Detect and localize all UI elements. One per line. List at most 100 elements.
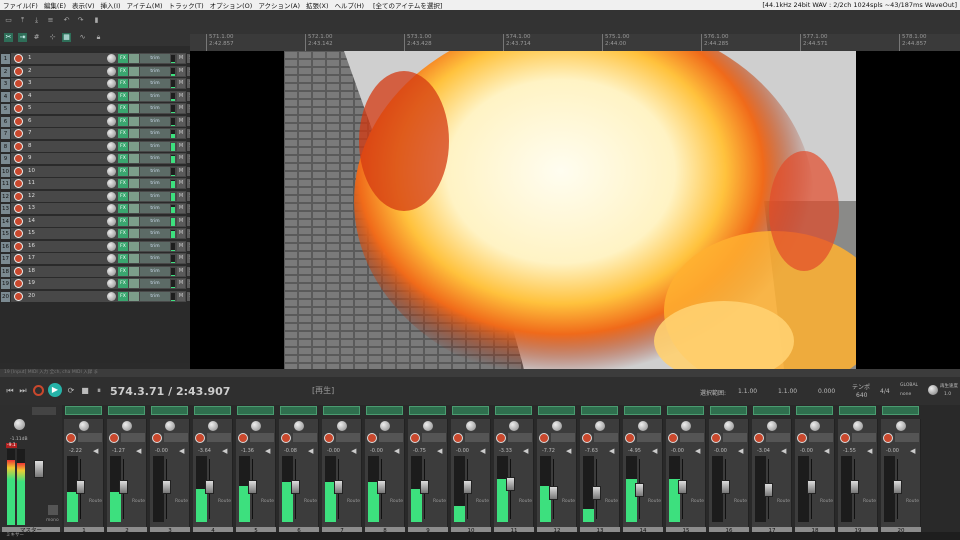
speaker-icon[interactable]: ◀ — [652, 447, 657, 455]
io-button[interactable] — [129, 116, 139, 126]
record-arm-button[interactable] — [14, 229, 23, 238]
volume-knob[interactable] — [107, 91, 116, 101]
strip-record-arm[interactable] — [453, 433, 463, 443]
fader-handle[interactable] — [205, 480, 214, 494]
track-number[interactable]: 5 — [1, 104, 10, 114]
fx-button[interactable]: FX — [118, 279, 128, 288]
undo-icon[interactable]: ↶ — [62, 16, 71, 25]
io-button[interactable] — [129, 254, 139, 263]
pan-knob[interactable] — [595, 421, 605, 431]
fx-button[interactable]: FX — [118, 54, 128, 63]
time-signature[interactable]: 4/4 — [880, 388, 890, 395]
fx-button[interactable]: FX — [118, 79, 128, 88]
fx-button[interactable]: FX — [118, 241, 128, 251]
track-number[interactable]: 1 — [1, 54, 10, 64]
track-panel[interactable]: 18FXtrimMS — [11, 265, 195, 278]
strip-fx-button[interactable] — [323, 406, 360, 415]
track-number[interactable]: 18 — [1, 266, 10, 277]
track-number[interactable]: 14 — [1, 216, 10, 227]
strip-fx-button[interactable] — [194, 406, 231, 415]
mute-button[interactable]: M — [177, 254, 185, 263]
speaker-icon[interactable]: ◀ — [695, 447, 700, 455]
speaker-icon[interactable]: ◀ — [136, 447, 141, 455]
menu-options[interactable]: オプション(O) — [207, 0, 256, 10]
record-arm-button[interactable] — [14, 216, 23, 226]
selection-end[interactable]: 1.1.00 — [778, 388, 797, 395]
track-number[interactable]: 3 — [1, 79, 10, 89]
record-arm-button[interactable] — [14, 129, 23, 138]
strip-fx-button[interactable] — [452, 406, 489, 415]
record-arm-button[interactable] — [14, 91, 23, 101]
track-number[interactable]: 15 — [1, 229, 10, 239]
track-panel[interactable]: 14FXtrimMS — [11, 215, 195, 228]
record-arm-button[interactable] — [14, 104, 23, 113]
play-button[interactable]: ▶ — [48, 383, 62, 397]
speaker-icon[interactable]: ◀ — [480, 447, 485, 455]
new-project-icon[interactable]: ▭ — [4, 16, 13, 25]
strip-record-arm[interactable] — [797, 433, 807, 443]
strip-io-button[interactable] — [551, 433, 575, 442]
master-fader[interactable] — [34, 460, 44, 478]
pan-knob[interactable] — [294, 421, 304, 431]
trim-button[interactable]: trim — [140, 241, 170, 251]
go-end-icon[interactable]: ⏭ — [18, 386, 28, 396]
strip-record-arm[interactable] — [195, 433, 205, 443]
menu-track[interactable]: トラック(T) — [166, 0, 207, 10]
record-arm-button[interactable] — [14, 141, 23, 151]
io-button[interactable] — [129, 154, 139, 163]
io-button[interactable] — [129, 91, 139, 101]
time-display[interactable]: 574.3.71 / 2:43.907 — [110, 385, 230, 398]
io-button[interactable] — [129, 66, 139, 76]
io-button[interactable] — [129, 216, 139, 226]
menu-view[interactable]: 表示(V) — [69, 0, 98, 10]
strip-record-arm[interactable] — [324, 433, 334, 443]
record-button[interactable] — [33, 385, 44, 396]
route-label[interactable]: Route — [734, 499, 747, 504]
strip-io-button[interactable] — [164, 433, 188, 442]
track-number[interactable]: 16 — [1, 241, 10, 252]
mute-button[interactable]: M — [177, 229, 185, 238]
trim-button[interactable]: trim — [140, 191, 170, 201]
volume-knob[interactable] — [107, 166, 116, 176]
io-button[interactable] — [129, 129, 139, 138]
speaker-icon[interactable]: ◀ — [351, 447, 356, 455]
fx-button[interactable]: FX — [118, 204, 128, 213]
track-name[interactable]: 17 — [26, 254, 106, 263]
record-arm-button[interactable] — [14, 204, 23, 213]
strip-io-button[interactable] — [594, 433, 618, 442]
fader-handle[interactable] — [291, 480, 300, 494]
io-button[interactable] — [129, 229, 139, 238]
track-number[interactable]: 8 — [1, 141, 10, 152]
strip-fx-button[interactable] — [538, 406, 575, 415]
track-row[interactable]: 1010FXtrimMS — [0, 165, 195, 179]
project-settings-icon[interactable]: ≡ — [46, 16, 55, 25]
save-project-icon[interactable]: ⤓ — [32, 16, 41, 25]
docker-splitter[interactable]: 19 [Input] MIDI 入力 全ch, cha MIDI 入録 ま — [0, 369, 960, 377]
strip-io-button[interactable] — [465, 433, 489, 442]
pan-knob[interactable] — [208, 421, 218, 431]
trim-button[interactable]: trim — [140, 141, 170, 151]
track-panel[interactable]: 12FXtrimMS — [11, 190, 195, 203]
track-number[interactable]: 20 — [1, 291, 10, 302]
pan-knob[interactable] — [165, 421, 175, 431]
route-label[interactable]: Route — [175, 499, 188, 504]
io-button[interactable] — [129, 204, 139, 213]
fader-handle[interactable] — [678, 480, 687, 494]
fx-button[interactable]: FX — [118, 66, 128, 76]
volume-knob[interactable] — [107, 241, 116, 251]
strip-record-arm[interactable] — [711, 433, 721, 443]
record-arm-button[interactable] — [14, 179, 23, 188]
master-pan-knob[interactable] — [14, 419, 25, 430]
selection-start[interactable]: 1.1.00 — [738, 388, 757, 395]
mute-button[interactable]: M — [177, 116, 185, 126]
mute-button[interactable]: M — [177, 66, 185, 76]
pan-knob[interactable] — [423, 421, 433, 431]
snap-icon[interactable]: ⊹ — [48, 33, 57, 42]
io-button[interactable] — [129, 291, 139, 301]
track-row[interactable]: 1818FXtrimMS — [0, 265, 195, 279]
track-panel[interactable]: 9FXtrimMS — [11, 153, 195, 165]
route-label[interactable]: Route — [89, 499, 102, 504]
strip-io-button[interactable] — [250, 433, 274, 442]
track-name[interactable]: 3 — [26, 79, 106, 88]
strip-record-arm[interactable] — [539, 433, 549, 443]
